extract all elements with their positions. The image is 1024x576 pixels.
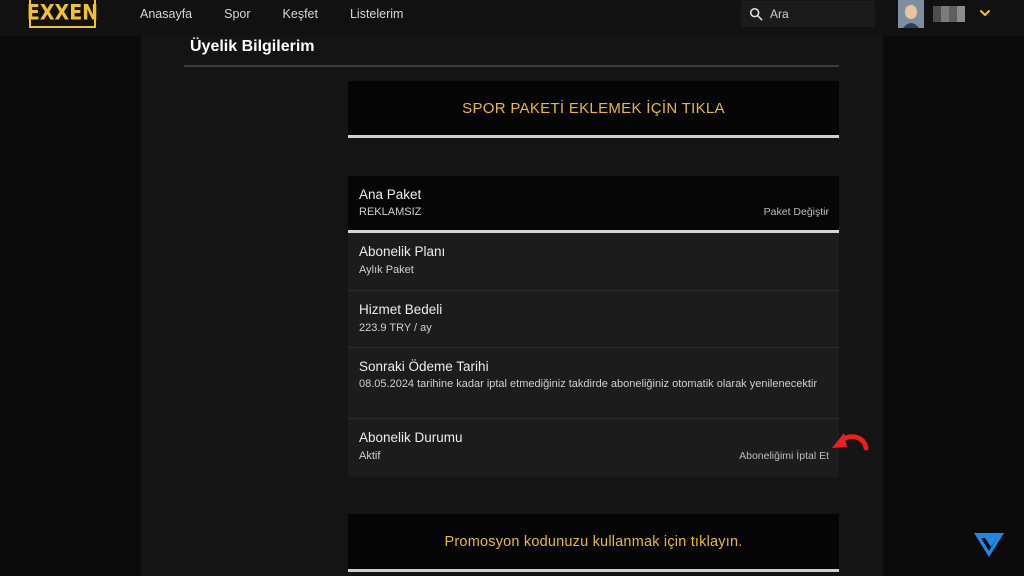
curved-arrow-icon	[832, 433, 869, 451]
search-icon[interactable]	[749, 7, 763, 21]
main-package-value: REKLAMSIZ	[359, 206, 422, 218]
add-sport-package-button[interactable]: SPOR PAKETİ EKLEMEK İÇİN TIKLA	[348, 81, 839, 138]
exxen-logo[interactable]: EXXEN	[26, 0, 99, 28]
nav-item-spor[interactable]: Spor	[224, 7, 250, 21]
page-title: Üyelik Bilgilerim	[190, 38, 315, 55]
username-blurred	[933, 6, 965, 22]
nav-item-anasayfa[interactable]: Anasayfa	[140, 7, 192, 21]
search-input[interactable]	[770, 7, 870, 21]
plan-label: Abonelik Planı	[359, 244, 446, 259]
search-box[interactable]	[741, 1, 875, 27]
main-package-label: Ana Paket	[359, 187, 422, 202]
fee-value: 223.9 TRY / ay	[359, 322, 432, 334]
status-value: Aktif	[359, 450, 381, 462]
title-divider	[184, 65, 839, 67]
nav-item-listelerim[interactable]: Listelerim	[350, 7, 404, 21]
avatar[interactable]	[898, 0, 924, 28]
next-payment-row: Sonraki Ödeme Tarihi 08.05.2024 tarihine…	[348, 348, 839, 419]
fee-row: Hizmet Bedeli 223.9 TRY / ay	[348, 291, 839, 348]
cancel-subscription-link[interactable]: Aboneliğimi İptal Et	[739, 450, 829, 462]
subscription-details-card: Ana Paket REKLAMSIZ Paket Değiştir Abone…	[348, 176, 839, 477]
avatar-image	[898, 0, 924, 28]
next-payment-label: Sonraki Ödeme Tarihi	[359, 359, 489, 374]
fee-label: Hizmet Bedeli	[359, 302, 443, 317]
top-navigation-bar: EXXEN Anasayfa Spor Keşfet Listelerim	[0, 0, 1024, 36]
promo-code-button[interactable]: Promosyon kodunuzu kullanmak için tıklay…	[348, 514, 839, 572]
main-package-row: Ana Paket REKLAMSIZ Paket Değiştir	[348, 176, 839, 233]
watermark-logo-icon	[974, 533, 1004, 557]
status-label: Abonelik Durumu	[359, 430, 463, 445]
logo-text: EXXEN	[26, 0, 99, 26]
nav-item-kesfet[interactable]: Keşfet	[283, 7, 318, 21]
change-package-link[interactable]: Paket Değiştir	[764, 206, 829, 218]
status-row: Abonelik Durumu Aktif Aboneliğimi İptal …	[348, 419, 839, 477]
chevron-down-icon[interactable]	[978, 6, 992, 20]
plan-value: Aylık Paket	[359, 264, 414, 276]
main-nav: Anasayfa Spor Keşfet Listelerim	[140, 0, 435, 28]
plan-row: Abonelik Planı Aylık Paket	[348, 233, 839, 291]
next-payment-value: 08.05.2024 tarihine kadar iptal etmediği…	[359, 378, 817, 390]
